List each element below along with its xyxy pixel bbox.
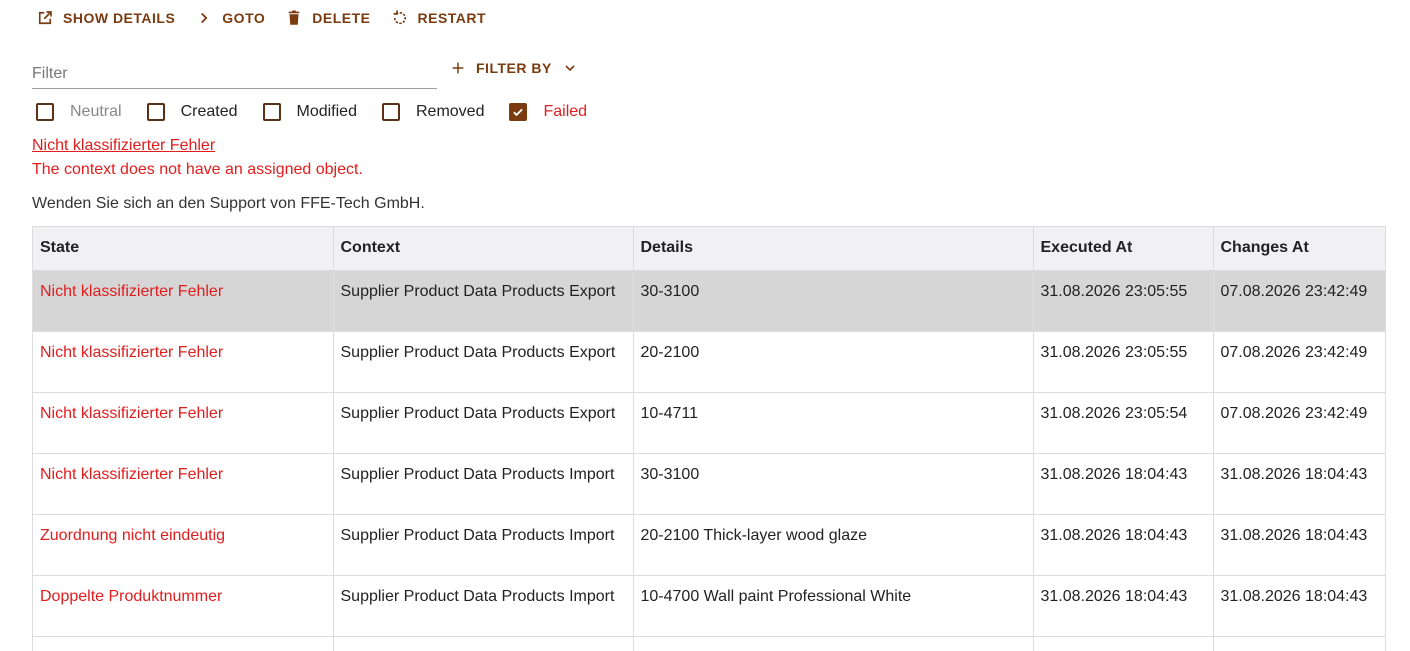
delete-button[interactable]: DELETE: [285, 9, 370, 27]
filter-by-label: FILTER BY: [476, 60, 552, 76]
trash-icon: [289, 10, 300, 25]
checkbox-label: Failed: [543, 103, 588, 120]
checkbox-modified[interactable]: Modified: [262, 103, 357, 121]
cell-context: Supplier Product Data Products Export: [333, 392, 634, 454]
checkbox-label: Removed: [415, 103, 485, 120]
cell-empty: [1033, 636, 1214, 651]
checkbox-label: Modified: [296, 103, 357, 120]
cell-executed-at: 31.08.2026 18:04:43: [1033, 453, 1214, 515]
cell-changes-at: 07.08.2026 23:42:49: [1213, 331, 1385, 393]
cell-state: Nicht klassifizierter Fehler: [33, 392, 334, 454]
goto-label: GOTO: [222, 10, 266, 26]
table-row[interactable]: Doppelte Produktnummer Supplier Product …: [33, 575, 1385, 637]
table-row[interactable]: Nicht klassifizierter Fehler Supplier Pr…: [33, 392, 1385, 454]
toolbar: SHOW DETAILS GOTO DELETE RESTART: [36, 0, 506, 36]
show-details-label: SHOW DETAILS: [63, 10, 176, 26]
chevron-down-icon: [565, 65, 575, 72]
cell-changes-at: 07.08.2026 23:42:49: [1213, 270, 1385, 332]
checkbox-label: Created: [180, 103, 238, 120]
cell-state: Nicht klassifizierter Fehler: [33, 270, 334, 332]
filter-by-button[interactable]: FILTER BY: [450, 60, 578, 76]
support-message: Wenden Sie sich an den Support von FFE-T…: [32, 195, 425, 212]
table-row[interactable]: [33, 636, 1385, 651]
column-header-details[interactable]: Details: [633, 227, 1034, 271]
table-row[interactable]: Nicht klassifizierter Fehler Supplier Pr…: [33, 270, 1385, 332]
column-header-changes-at[interactable]: Changes At: [1213, 227, 1385, 271]
cell-state: Nicht klassifizierter Fehler: [33, 331, 334, 393]
column-header-context[interactable]: Context: [333, 227, 634, 271]
cell-context: Supplier Product Data Products Import: [333, 453, 634, 515]
cell-empty: [33, 636, 334, 651]
checkbox-created[interactable]: Created: [146, 103, 238, 121]
cell-details: 30-3100: [633, 270, 1034, 332]
cell-changes-at: 31.08.2026 18:04:43: [1213, 575, 1385, 637]
cell-changes-at: 07.08.2026 23:42:49: [1213, 392, 1385, 454]
checkbox-label: Neutral: [70, 103, 122, 120]
table-row[interactable]: Nicht klassifizierter Fehler Supplier Pr…: [33, 453, 1385, 515]
checkbox-removed[interactable]: Removed: [381, 103, 485, 121]
cell-context: Supplier Product Data Products Export: [333, 331, 634, 393]
cell-executed-at: 31.08.2026 18:04:43: [1033, 575, 1214, 637]
cell-details: 20-2100 Thick-layer wood glaze: [633, 514, 1034, 576]
error-message: The context does not have an assigned ob…: [32, 161, 363, 178]
checkbox-failed[interactable]: Failed: [509, 103, 587, 121]
restart-button[interactable]: RESTART: [391, 9, 487, 27]
delete-label: DELETE: [312, 10, 371, 26]
checkbox-box[interactable]: [36, 103, 54, 121]
cell-details: 10-4700 Wall paint Professional White: [633, 575, 1034, 637]
cell-changes-at: 31.08.2026 18:04:43: [1213, 514, 1385, 576]
cell-executed-at: 31.08.2026 23:05:55: [1033, 331, 1214, 393]
table-row[interactable]: Nicht klassifizierter Fehler Supplier Pr…: [33, 331, 1385, 393]
checkbox-box[interactable]: [146, 103, 165, 121]
checkbox-neutral[interactable]: Neutral: [36, 103, 122, 121]
filter-input[interactable]: [32, 56, 437, 89]
restart-label: RESTART: [417, 10, 487, 26]
checkbox-box-checked[interactable]: [509, 103, 528, 121]
goto-button[interactable]: GOTO: [195, 9, 265, 27]
column-header-executed-at[interactable]: Executed At: [1033, 227, 1214, 271]
show-details-button[interactable]: SHOW DETAILS: [36, 9, 175, 27]
results-table: State Context Details Executed At Change…: [32, 226, 1386, 651]
table-header-row: State Context Details Executed At Change…: [33, 227, 1385, 271]
cell-state: Nicht klassifizierter Fehler: [33, 453, 334, 515]
cell-context: Supplier Product Data Products Import: [333, 514, 634, 576]
filter-row: FILTER BY: [32, 56, 578, 90]
checkbox-box[interactable]: [381, 103, 400, 121]
cell-state: Zuordnung nicht eindeutig: [33, 514, 334, 576]
column-header-state[interactable]: State: [33, 227, 334, 271]
checkmark-icon: [513, 108, 524, 117]
cell-empty: [333, 636, 634, 651]
checkbox-box[interactable]: [262, 103, 281, 121]
cell-changes-at: 31.08.2026 18:04:43: [1213, 453, 1385, 515]
cell-executed-at: 31.08.2026 18:04:43: [1033, 514, 1214, 576]
cell-details: 30-3100: [633, 453, 1034, 515]
cell-executed-at: 31.08.2026 23:05:55: [1033, 270, 1214, 332]
cell-empty: [633, 636, 1034, 651]
cell-details: 10-4711: [633, 392, 1034, 454]
open-in-new-icon: [38, 11, 52, 25]
state-checkboxes: Neutral Created Modified Removed Failed: [36, 100, 612, 124]
error-title-link[interactable]: Nicht klassifizierter Fehler: [32, 137, 215, 155]
table-row[interactable]: Zuordnung nicht eindeutig Supplier Produ…: [33, 514, 1385, 576]
chevron-right-icon: [201, 12, 208, 24]
cell-context: Supplier Product Data Products Import: [333, 575, 634, 637]
cell-details: 20-2100: [633, 331, 1034, 393]
restart-icon: [393, 10, 406, 25]
cell-state: Doppelte Produktnummer: [33, 575, 334, 637]
cell-empty: [1213, 636, 1385, 651]
cell-executed-at: 31.08.2026 23:05:54: [1033, 392, 1214, 454]
plus-icon: [452, 62, 464, 74]
cell-context: Supplier Product Data Products Export: [333, 270, 634, 332]
